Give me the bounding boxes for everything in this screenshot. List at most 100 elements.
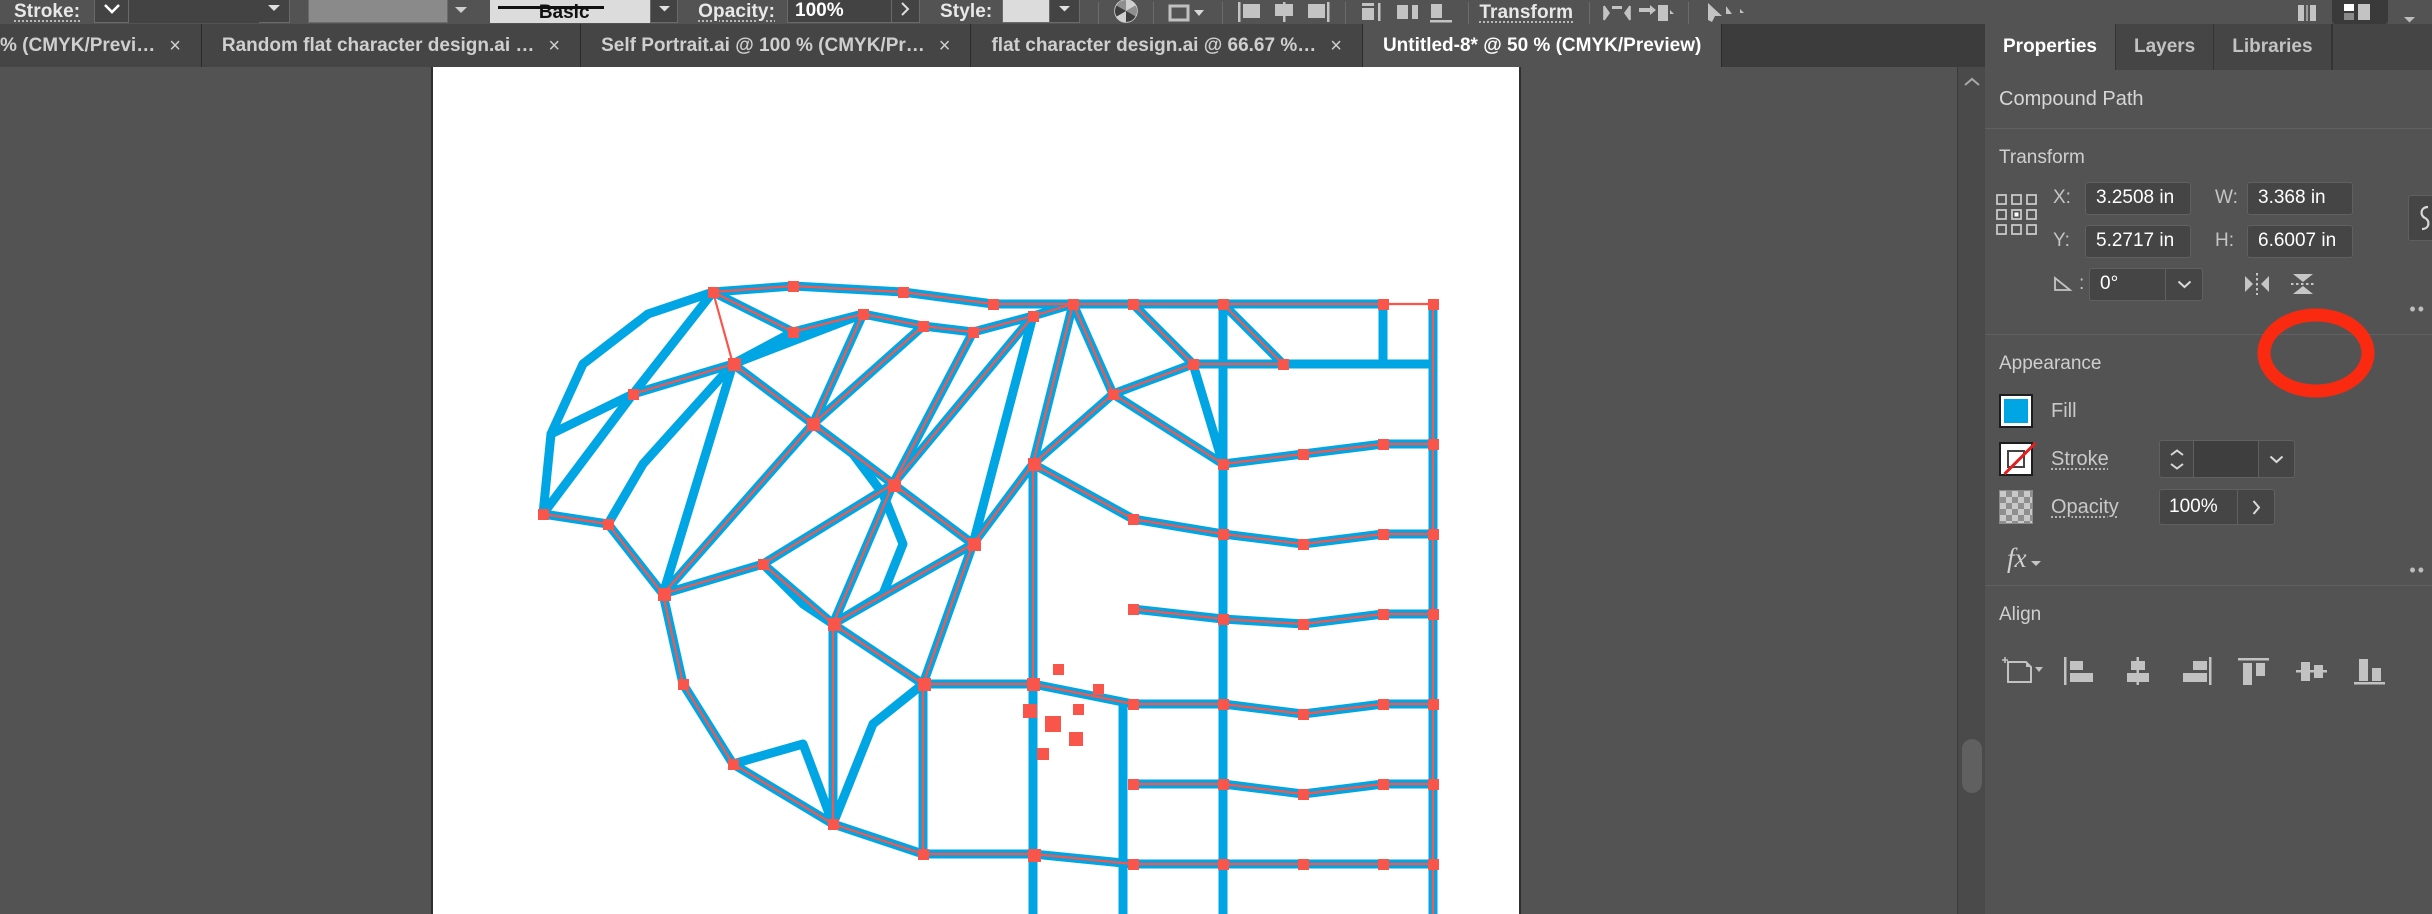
transform-more-options-dots-icon[interactable]: •• — [2409, 299, 2426, 320]
shape-dropdown-icon[interactable] — [1164, 0, 1212, 24]
close-icon[interactable]: × — [1330, 36, 1342, 56]
stroke-group: Stroke: — [0, 0, 291, 24]
graphic-style-swatch[interactable] — [1002, 0, 1051, 23]
rotation-angle-input[interactable]: 0° — [2089, 267, 2165, 301]
h-label: H: — [2215, 230, 2234, 251]
select-similar-icon[interactable] — [1699, 0, 1751, 24]
align-to-selection-icon[interactable] — [1997, 648, 2047, 694]
align-middle-icon[interactable] — [1390, 0, 1424, 24]
canvas-area[interactable] — [0, 67, 1985, 914]
fx-icon[interactable]: fx — [2007, 543, 2027, 574]
document-setup-icon[interactable] — [2332, 0, 2388, 24]
scroll-up-icon[interactable] — [1958, 71, 1985, 93]
document-tab-2[interactable]: Self Portrait.ai @ 100 % (CMYK/Pr… × — [581, 24, 972, 67]
opacity-flyout-icon[interactable] — [892, 0, 920, 23]
stroke-swatch-chevron-icon[interactable] — [95, 0, 130, 23]
horizontal-align-left-icon[interactable] — [2055, 648, 2105, 694]
brush-definition-label: Basic — [538, 2, 590, 23]
stroke-label[interactable]: Stroke — [2051, 448, 2159, 471]
brush-definition-group: Basic — [490, 0, 679, 24]
align-bottom-icon[interactable] — [1424, 0, 1458, 24]
opacity-label[interactable]: Opacity — [2051, 496, 2159, 519]
document-tab-3[interactable]: flat character design.ai @ 66.67 %… × — [971, 24, 1363, 67]
document-tab-0[interactable]: % (CMYK/Previ… × — [0, 24, 202, 67]
align-center-icon[interactable] — [1267, 0, 1301, 24]
chevron-down-icon[interactable] — [2165, 267, 2203, 301]
align-right-icon[interactable] — [1301, 0, 1335, 24]
tab-title: Untitled‑8* @ 50 % (CMYK/Preview) — [1382, 34, 1702, 56]
object-type-label: Compound Path — [1999, 87, 2144, 110]
x-label: X: — [2053, 187, 2071, 208]
tab-libraries[interactable]: Libraries — [2214, 24, 2332, 70]
tab-layers[interactable]: Layers — [2115, 24, 2215, 70]
align-section-title: Align — [1999, 604, 2042, 625]
reference-point-grid-icon[interactable] — [1995, 181, 2053, 310]
opacity-input[interactable]: 100% — [2159, 489, 2237, 525]
w-input[interactable]: 3.368 in — [2247, 181, 2353, 215]
isolate-group-icon[interactable] — [2290, 0, 2324, 24]
stroke-weight-field[interactable] — [308, 0, 449, 23]
align-left-icon[interactable] — [1233, 0, 1267, 24]
artboard[interactable] — [431, 67, 1521, 914]
y-input[interactable]: 5.2717 in — [2085, 224, 2191, 258]
document-tab-4-active[interactable]: Untitled‑8* @ 50 % (CMYK/Preview) — [1362, 24, 1723, 67]
fill-color-swatch[interactable] — [1999, 394, 2033, 428]
recolor-artwork-icon[interactable] — [1109, 0, 1143, 24]
stroke-weight-dropdown-icon[interactable] — [448, 0, 475, 23]
tab-properties[interactable]: Properties — [1985, 24, 2116, 70]
vertical-align-bottom-icon[interactable] — [2345, 648, 2395, 694]
close-icon[interactable]: × — [548, 36, 560, 56]
h-input[interactable]: 6.6007 in — [2247, 224, 2353, 258]
vertical-align-center-icon[interactable] — [2287, 648, 2337, 694]
transform-label[interactable]: Transform — [1479, 3, 1573, 22]
distribute-horizontal-icon[interactable] — [1600, 0, 1634, 24]
panel-tab-strip: Properties Layers Libraries — [1985, 24, 2432, 70]
toolbar-divider-5 — [1468, 2, 1470, 24]
stroke-swatch-control[interactable] — [94, 0, 291, 23]
stroke-swatch-dropdown-icon[interactable] — [259, 0, 289, 23]
canvas-vertical-scrollbar[interactable] — [1957, 67, 1985, 914]
flip-vertical-icon[interactable] — [2285, 267, 2321, 301]
brush-definition-swatch[interactable]: Basic — [490, 0, 651, 23]
close-icon[interactable]: × — [939, 36, 951, 56]
horizontal-align-center-icon[interactable] — [2113, 648, 2163, 694]
document-tab-1[interactable]: Random flat character design.ai … × — [201, 24, 582, 67]
toolbar-divider — [1098, 2, 1100, 24]
stroke-weight-input[interactable] — [2194, 441, 2258, 477]
panel-tab-empty-area — [2331, 24, 2432, 70]
opacity-checker-swatch[interactable] — [1999, 490, 2033, 524]
toolbar-divider-4 — [1345, 2, 1347, 24]
graphic-style-group: Style: — [940, 0, 1081, 24]
brush-definition-dropdown-icon[interactable] — [650, 0, 679, 23]
rotation-control[interactable]: 0° — [2089, 267, 2203, 301]
close-icon[interactable]: × — [169, 36, 181, 56]
opacity-flyout-icon[interactable] — [2237, 489, 2275, 525]
fx-dropdown-icon[interactable] — [2030, 560, 2042, 568]
vertical-align-top-icon[interactable] — [2229, 648, 2279, 694]
horizontal-align-right-icon[interactable] — [2171, 648, 2221, 694]
stroke-weight-stepper[interactable] — [2160, 441, 2194, 477]
constrain-proportions-link-icon[interactable] — [2408, 195, 2432, 241]
style-label[interactable]: Style: — [940, 2, 992, 21]
appearance-more-options-dots-icon[interactable]: •• — [2409, 560, 2426, 581]
appearance-opacity-row: Opacity 100% — [1985, 483, 2432, 531]
flip-horizontal-icon[interactable] — [2239, 267, 2275, 301]
align-top-icon[interactable] — [1356, 0, 1390, 24]
stroke-weight-chevron-down-icon[interactable] — [2258, 441, 2294, 477]
stroke-label[interactable]: Stroke: — [14, 2, 80, 21]
stroke-color-swatch[interactable] — [1999, 441, 2037, 476]
vertical-scroll-thumb[interactable] — [1962, 739, 1982, 793]
transform-row-xw: X: 3.2508 in W: 3.368 in — [2053, 181, 2432, 215]
arrange-icon[interactable] — [1634, 0, 1678, 24]
opacity-label[interactable]: Opacity: — [698, 2, 775, 21]
stroke-swatch-field[interactable] — [129, 0, 260, 23]
opacity-control[interactable]: 100% — [2159, 489, 2275, 525]
stroke-weight-control[interactable] — [2159, 440, 2295, 478]
opacity-value-field[interactable]: 100% — [787, 0, 892, 23]
transform-section-title: Transform — [1999, 147, 2085, 168]
x-input[interactable]: 3.2508 in — [2085, 181, 2191, 215]
graphic-style-dropdown-icon[interactable] — [1050, 0, 1081, 23]
panel-options-chevron-icon[interactable] — [2394, 0, 2424, 24]
appearance-stroke-row: Stroke — [1985, 435, 2432, 483]
artwork-low-poly-face[interactable] — [433, 67, 1519, 914]
